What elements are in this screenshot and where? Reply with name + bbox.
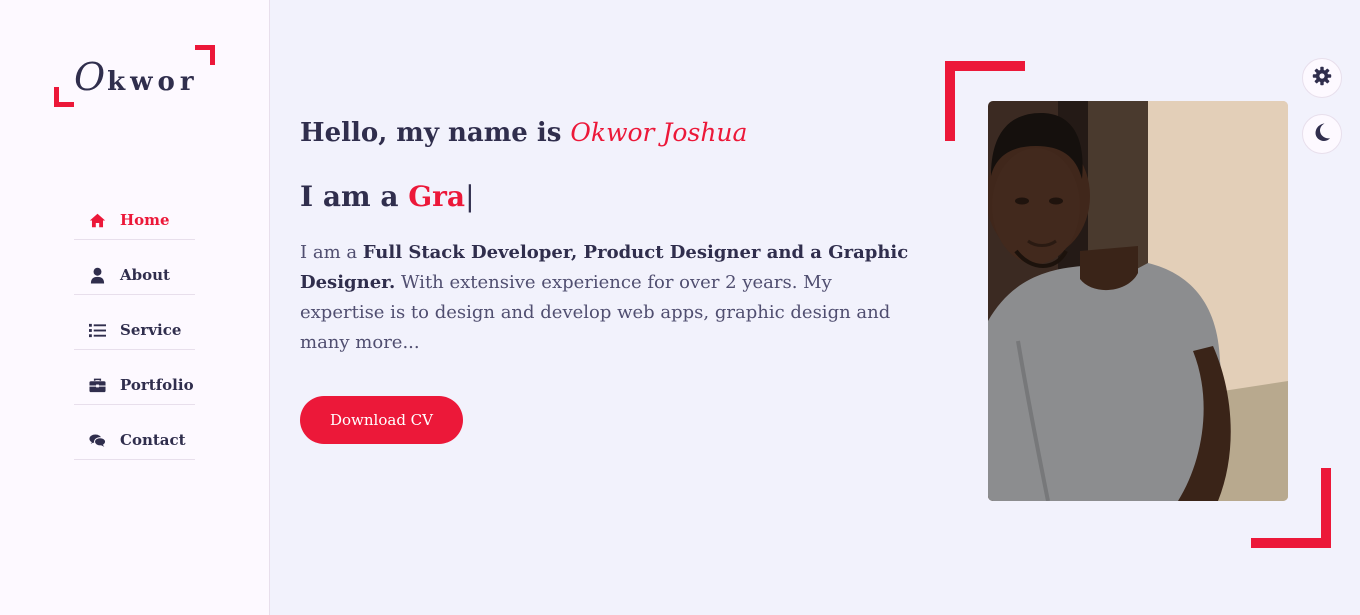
sidebar-item-contact: Contact — [74, 405, 195, 460]
profile-photo-illustration — [988, 101, 1288, 501]
list-icon — [88, 321, 106, 339]
nav-link-portfolio[interactable]: Portfolio — [74, 376, 194, 394]
download-cv-button[interactable]: Download CV — [300, 396, 463, 444]
moon-icon — [1312, 122, 1332, 146]
nav-label-about: About — [120, 266, 170, 284]
sidebar-item-home: Home — [74, 185, 195, 240]
nav-link-home[interactable]: Home — [74, 211, 170, 229]
user-icon — [88, 266, 106, 284]
sidebar-nav: Home About Service Portfolio Contact — [74, 185, 195, 460]
nav-link-about[interactable]: About — [74, 266, 170, 284]
logo[interactable]: Okwor — [54, 45, 215, 107]
owner-name: Okwor Joshua — [570, 118, 748, 147]
settings-toggle[interactable] — [1302, 58, 1342, 98]
logo-text: Okwor — [74, 55, 199, 99]
nav-label-contact: Contact — [120, 431, 186, 449]
comments-icon — [88, 431, 106, 449]
typing-prefix: I am a — [300, 180, 399, 213]
sidebar-item-service: Service — [74, 295, 195, 350]
typing-headline: I am a Gra| — [300, 180, 475, 213]
greeting: Hello, my name is Okwor Joshua — [300, 118, 747, 148]
desc-intro: I am a — [300, 242, 358, 263]
typing-cursor: | — [465, 180, 475, 213]
sidebar-item-portfolio: Portfolio — [74, 350, 195, 405]
greeting-text: Hello, my name is — [300, 118, 562, 148]
day-night-toggle[interactable] — [1302, 114, 1342, 154]
logo-corner-bottom-left — [54, 87, 74, 107]
app: Okwor Home About Service Portfolio Conta… — [0, 0, 1360, 615]
intro-description: I am a Full Stack Developer, Product Des… — [300, 238, 920, 358]
home-icon — [88, 211, 106, 229]
briefcase-icon — [88, 376, 106, 394]
nav-link-service[interactable]: Service — [74, 321, 181, 339]
nav-label-home: Home — [120, 211, 170, 229]
nav-link-contact[interactable]: Contact — [74, 431, 186, 449]
gear-icon — [1312, 66, 1332, 90]
sidebar-item-about: About — [74, 240, 195, 295]
logo-first-letter: O — [74, 55, 108, 99]
sidebar: Okwor Home About Service Portfolio Conta… — [0, 0, 270, 615]
typing-text: Gra — [408, 180, 466, 213]
nav-label-service: Service — [120, 321, 182, 339]
profile-photo — [988, 101, 1288, 501]
nav-label-portfolio: Portfolio — [120, 376, 194, 394]
logo-rest: kwor — [107, 67, 199, 97]
